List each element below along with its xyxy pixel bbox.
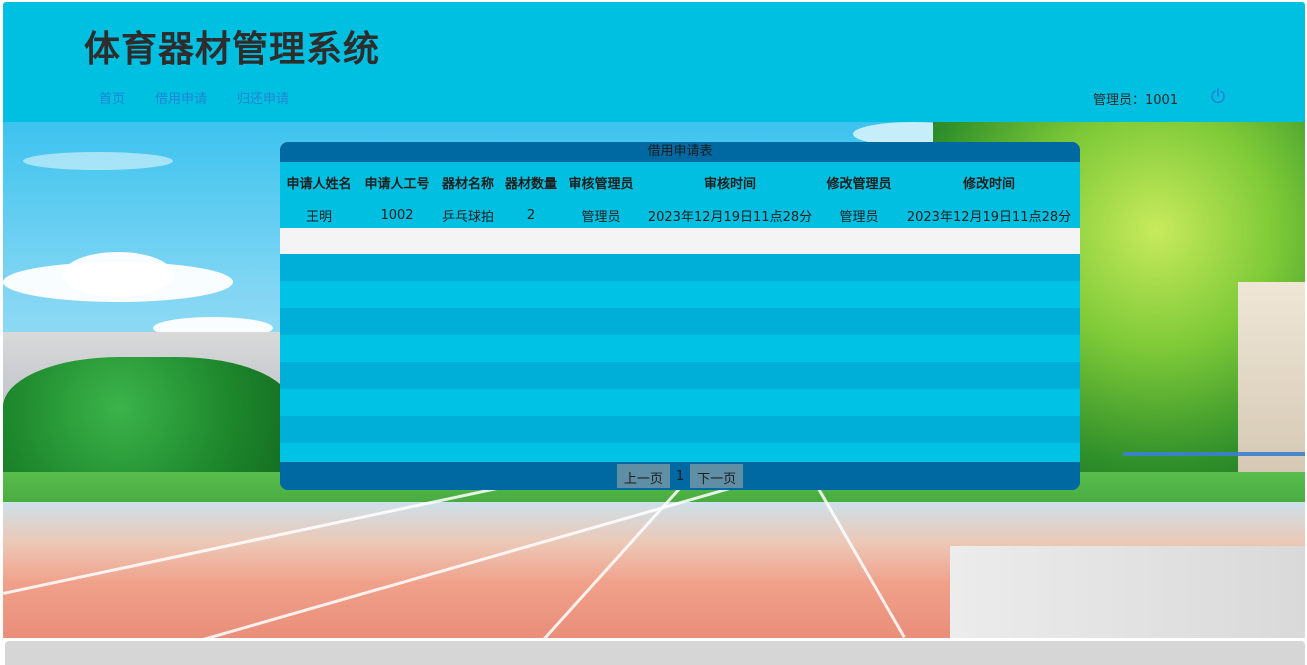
borrow-request-panel: 借用申请表 申请人姓名 申请人工号 器材名称 器材数量 审核管理员 审核时间 修…	[280, 142, 1080, 490]
empty-row	[280, 416, 1080, 443]
app-title: 体育器材管理系统	[84, 29, 381, 70]
table-cell: 2023年12月19日11点28分	[647, 209, 813, 225]
column-header: 修改管理员	[826, 176, 892, 192]
table-cell: 管理员	[581, 209, 621, 225]
nav-home-link[interactable]: 首页	[99, 88, 125, 107]
column-header: 申请人工号	[364, 176, 430, 192]
pagination: 上一页 1 下一页	[280, 462, 1080, 490]
table-header-row: 申请人姓名 申请人工号 器材名称 器材数量 审核管理员 审核时间 修改管理员 修…	[280, 162, 1080, 202]
footer-bar	[5, 641, 1305, 665]
cloud	[63, 252, 173, 297]
table-row[interactable]: 王明 1002 乒乓球拍 2 管理员 2023年12月19日11点28分 管理员…	[280, 202, 1080, 228]
table-cell: 1002	[380, 207, 414, 223]
table-cell: 乒乓球拍	[441, 209, 494, 225]
column-header: 器材名称	[441, 176, 494, 192]
column-header: 审核时间	[703, 176, 756, 192]
admin-label: 管理员：1001	[1093, 93, 1179, 108]
empty-row	[280, 389, 1080, 416]
table-cell: 2023年12月19日11点28分	[906, 209, 1072, 225]
empty-row	[280, 362, 1080, 389]
table-caption: 借用申请表	[280, 142, 1080, 162]
next-page-button[interactable]: 下一页	[690, 464, 744, 488]
power-icon	[1211, 88, 1225, 104]
nav-borrow-request-link[interactable]: 借用申请	[155, 88, 207, 107]
table-cell: 2	[526, 207, 536, 223]
main-nav: 首页 借用申请 归还申请	[99, 88, 289, 107]
column-header: 审核管理员	[568, 176, 634, 192]
railing	[1123, 452, 1305, 506]
app-frame: 体育器材管理系统 首页 借用申请 归还申请 管理员：1001 借用申请表 申请人…	[3, 2, 1305, 665]
table-cell: 管理员	[839, 209, 879, 225]
prev-page-button[interactable]: 上一页	[616, 464, 670, 488]
empty-row	[280, 308, 1080, 335]
column-header: 申请人姓名	[286, 176, 352, 192]
empty-row	[280, 254, 1080, 281]
logout-button[interactable]	[1210, 88, 1226, 104]
empty-row	[280, 281, 1080, 308]
column-header: 器材数量	[504, 176, 557, 192]
column-header: 修改时间	[962, 176, 1015, 192]
header: 体育器材管理系统 首页 借用申请 归还申请 管理员：1001	[3, 2, 1305, 122]
empty-row	[280, 443, 1080, 462]
empty-row	[280, 228, 1080, 254]
gray-overlay	[950, 546, 1305, 638]
current-page-number: 1	[675, 468, 685, 484]
table-cell: 王明	[305, 209, 332, 225]
nav-return-request-link[interactable]: 归还申请	[237, 88, 289, 107]
borrow-request-table: 申请人姓名 申请人工号 器材名称 器材数量 审核管理员 审核时间 修改管理员 修…	[280, 162, 1080, 462]
cloud	[23, 152, 173, 170]
trees-left	[3, 357, 293, 482]
empty-row	[280, 335, 1080, 362]
